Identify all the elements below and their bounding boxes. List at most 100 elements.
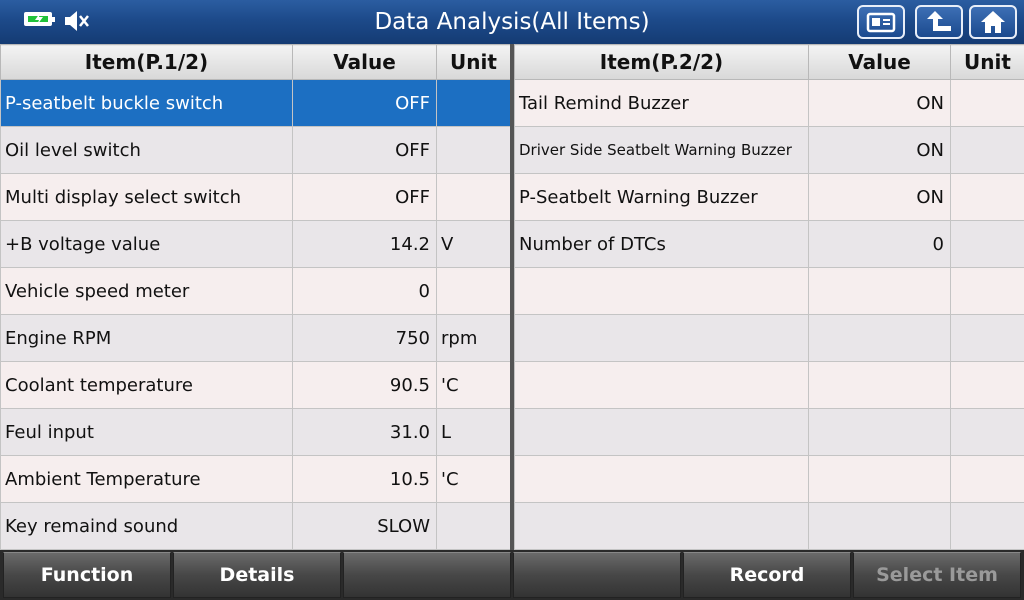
item-cell: Driver Side Seatbelt Warning Buzzer xyxy=(514,126,809,174)
title-bar: Data Analysis(All Items) xyxy=(0,0,1024,45)
table-row[interactable]: Number of DTCs 0 xyxy=(514,220,1024,268)
unit-cell xyxy=(436,173,511,221)
unit-cell xyxy=(950,220,1024,268)
back-arrow-icon xyxy=(927,11,951,31)
home-button[interactable] xyxy=(969,5,1017,39)
table-row[interactable]: Engine RPM 750 rpm xyxy=(0,314,511,362)
table-row[interactable]: P-seatbelt buckle switch OFF xyxy=(0,79,511,127)
value-cell: ON xyxy=(808,126,951,174)
item-cell: Oil level switch xyxy=(0,126,293,174)
value-cell: ON xyxy=(808,79,951,127)
value-cell: 10.5 xyxy=(292,455,437,503)
unit-cell: 'C xyxy=(436,455,511,503)
table-row[interactable]: Feul input 31.0 L xyxy=(0,408,511,456)
item-cell xyxy=(514,314,809,362)
unit-cell xyxy=(950,314,1024,362)
unit-cell: 'C xyxy=(436,361,511,409)
item-cell: P-Seatbelt Warning Buzzer xyxy=(514,173,809,221)
table-row[interactable]: Oil level switch OFF xyxy=(0,126,511,174)
value-cell: ON xyxy=(808,173,951,221)
data-tables: Item(P.1/2) Value Unit P-seatbelt buckle… xyxy=(0,44,1024,550)
value-cell: 0 xyxy=(292,267,437,315)
table-row[interactable]: Ambient Temperature 10.5 'C xyxy=(0,455,511,503)
item-cell: Tail Remind Buzzer xyxy=(514,79,809,127)
value-column-header: Value xyxy=(292,44,437,80)
value-cell: 31.0 xyxy=(292,408,437,456)
value-cell: 14.2 xyxy=(292,220,437,268)
item-cell: Number of DTCs xyxy=(514,220,809,268)
value-cell: OFF xyxy=(292,173,437,221)
table-row[interactable]: +B voltage value 14.2 V xyxy=(0,220,511,268)
back-button[interactable] xyxy=(915,5,963,39)
record-button[interactable]: Record xyxy=(683,552,851,598)
unit-cell xyxy=(950,173,1024,221)
unit-cell xyxy=(950,455,1024,503)
table-row[interactable]: Driver Side Seatbelt Warning Buzzer ON xyxy=(514,126,1024,174)
value-column-header: Value xyxy=(808,44,951,80)
app-window: Data Analysis(All Items) Item(P.1/2) Val… xyxy=(0,0,1024,600)
value-cell: 0 xyxy=(808,220,951,268)
home-icon xyxy=(981,11,1005,33)
item-column-header: Item(P.1/2) xyxy=(0,44,293,80)
value-cell: 750 xyxy=(292,314,437,362)
right-data-table: Item(P.2/2) Value Unit Tail Remind Buzze… xyxy=(514,44,1024,550)
item-column-header: Item(P.2/2) xyxy=(514,44,809,80)
bottom-toolbar: Function Details Record Select Item xyxy=(0,550,1024,600)
item-cell xyxy=(514,502,809,550)
table-row[interactable]: Key remaind sound SLOW xyxy=(0,502,511,550)
unit-cell xyxy=(436,126,511,174)
table-row xyxy=(514,361,1024,409)
table-row[interactable]: P-Seatbelt Warning Buzzer ON xyxy=(514,173,1024,221)
left-data-panel: Item(P.1/2) Value Unit P-seatbelt buckle… xyxy=(0,44,511,550)
table-row xyxy=(514,314,1024,362)
right-data-panel: Item(P.2/2) Value Unit Tail Remind Buzze… xyxy=(514,44,1024,550)
item-cell: Vehicle speed meter xyxy=(0,267,293,315)
item-cell xyxy=(514,267,809,315)
unit-cell xyxy=(436,79,511,127)
unit-cell: L xyxy=(436,408,511,456)
unit-cell xyxy=(950,502,1024,550)
unit-cell xyxy=(436,267,511,315)
value-cell xyxy=(808,502,951,550)
empty-button-4[interactable] xyxy=(513,552,681,598)
table-row xyxy=(514,408,1024,456)
table-row xyxy=(514,455,1024,503)
unit-cell xyxy=(436,502,511,550)
item-cell: Key remaind sound xyxy=(0,502,293,550)
value-cell: SLOW xyxy=(292,502,437,550)
select-item-button: Select Item xyxy=(853,552,1021,598)
value-cell xyxy=(808,314,951,362)
unit-cell xyxy=(950,361,1024,409)
item-cell: Feul input xyxy=(0,408,293,456)
value-cell xyxy=(808,408,951,456)
value-cell xyxy=(808,455,951,503)
left-data-table: Item(P.1/2) Value Unit P-seatbelt buckle… xyxy=(0,44,511,550)
unit-cell xyxy=(950,408,1024,456)
function-button[interactable]: Function xyxy=(3,552,171,598)
table-row xyxy=(514,267,1024,315)
value-cell xyxy=(808,361,951,409)
unit-cell: rpm xyxy=(436,314,511,362)
item-cell xyxy=(514,408,809,456)
table-row[interactable]: Coolant temperature 90.5 'C xyxy=(0,361,511,409)
empty-button-3[interactable] xyxy=(343,552,511,598)
details-button[interactable]: Details xyxy=(173,552,341,598)
unit-column-header: Unit xyxy=(950,44,1024,80)
screenshot-icon xyxy=(866,12,896,33)
value-cell: 90.5 xyxy=(292,361,437,409)
item-cell xyxy=(514,361,809,409)
screenshot-button[interactable] xyxy=(857,5,905,39)
table-row[interactable]: Multi display select switch OFF xyxy=(0,173,511,221)
table-row[interactable]: Vehicle speed meter 0 xyxy=(0,267,511,315)
item-cell: +B voltage value xyxy=(0,220,293,268)
table-row[interactable]: Tail Remind Buzzer ON xyxy=(514,79,1024,127)
item-cell: P-seatbelt buckle switch xyxy=(0,79,293,127)
value-cell xyxy=(808,267,951,315)
item-cell: Multi display select switch xyxy=(0,173,293,221)
unit-cell xyxy=(950,267,1024,315)
unit-cell xyxy=(950,126,1024,174)
unit-cell: V xyxy=(436,220,511,268)
item-cell: Ambient Temperature xyxy=(0,455,293,503)
item-cell: Engine RPM xyxy=(0,314,293,362)
table-row xyxy=(514,502,1024,550)
